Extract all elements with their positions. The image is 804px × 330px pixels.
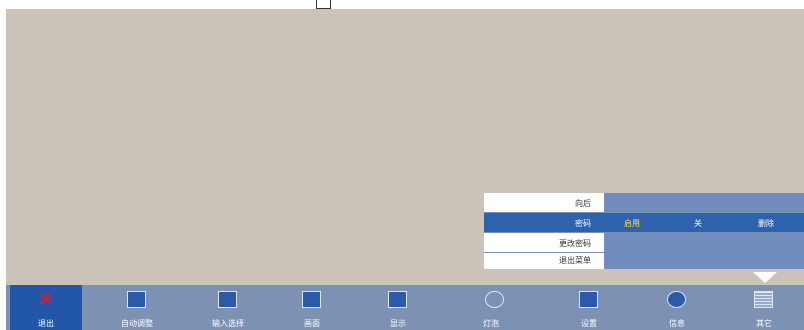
- toolbar-item-settings[interactable]: 设置: [553, 285, 625, 330]
- security-submenu: 向后 ✓ 密码 启用 关 删除 更改密码 ✓ 退出菜单 ✓: [484, 193, 804, 269]
- input-select-icon: [218, 291, 237, 308]
- toolbar-label: 输入选择: [212, 319, 244, 328]
- submenu-label-exit-menu: 退出菜单: [559, 256, 591, 265]
- submenu-label-password: 密码: [575, 219, 591, 228]
- toolbar-item-other[interactable]: 其它: [728, 285, 800, 330]
- toolbar-item-auto-adjust[interactable]: 自动调整: [101, 285, 173, 330]
- toolbar-item-display[interactable]: 显示: [362, 285, 434, 330]
- scroll-down-arrow-icon[interactable]: [753, 272, 777, 283]
- password-options: 启用 关 删除: [604, 213, 804, 232]
- top-strip: [0, 0, 804, 9]
- toolbar-label: 画面: [304, 319, 320, 328]
- option-delete[interactable]: 删除: [758, 218, 774, 229]
- submenu-label-back: 向后: [575, 199, 591, 208]
- display-icon: [388, 291, 407, 308]
- submenu-row-back[interactable]: 向后 ✓: [484, 193, 804, 212]
- toolbar-label: 设置: [581, 319, 597, 328]
- option-enable[interactable]: 启用: [624, 218, 640, 229]
- option-off[interactable]: 关: [694, 218, 702, 229]
- toolbar-item-exit[interactable]: ✕ 退出: [10, 285, 82, 330]
- toolbar-label: 显示: [390, 319, 406, 328]
- toolbar-label: 其它: [756, 319, 772, 328]
- settings-icon: [579, 291, 598, 308]
- other-icon: [754, 291, 773, 308]
- toolbar-label: 信息: [669, 319, 685, 328]
- submenu-label-change-password: 更改密码: [559, 239, 591, 248]
- lamp-icon: [485, 291, 504, 308]
- submenu-value-exit-menu: ✓: [604, 250, 804, 269]
- toolbar-label: 自动调整: [121, 319, 153, 328]
- submenu-row-exit-menu[interactable]: 退出菜单 ✓: [484, 250, 804, 269]
- close-icon: ✕: [37, 287, 54, 311]
- toolbar-label: 退出: [38, 319, 54, 328]
- toolbar-item-lamp[interactable]: 灯泡: [455, 285, 527, 330]
- toolbar-item-input-select[interactable]: 输入选择: [192, 285, 264, 330]
- toolbar-label: 灯泡: [483, 319, 499, 328]
- top-indicator-box: [316, 0, 331, 9]
- toolbar-item-picture[interactable]: 画面: [276, 285, 348, 330]
- osd-main-toolbar: ✕ 退出 自动调整 输入选择 画面 显示 灯泡 设置 信息 其它: [6, 285, 804, 330]
- submenu-row-password[interactable]: 密码 启用 关 删除: [484, 213, 804, 232]
- submenu-value-back: ✓: [604, 193, 804, 212]
- auto-adjust-icon: [127, 291, 146, 308]
- toolbar-item-info[interactable]: 信息: [641, 285, 713, 330]
- info-globe-icon: [667, 291, 686, 308]
- picture-icon: [302, 291, 321, 308]
